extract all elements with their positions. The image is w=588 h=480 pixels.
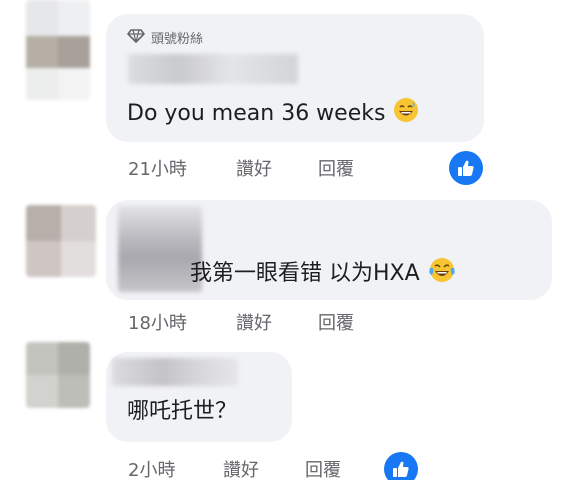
reply-button[interactable]: 回覆 [318,155,400,181]
diamond-icon [127,28,145,47]
grinning-sweat-emoji [393,97,419,131]
tears-of-joy-emoji [428,256,456,292]
comment-timestamp[interactable]: 18小時 [128,309,236,335]
like-button[interactable]: 讚好 [236,155,318,181]
comment-text: 哪吒托世？ [127,399,238,424]
top-fan-badge: 頭號粉絲 [127,28,203,47]
comment-actions: 21小時 讚好 回覆 [128,155,400,181]
like-icon[interactable] [449,151,483,185]
comment-text: Do you mean 36 weeks [127,97,419,131]
badge-label: 頭號粉絲 [151,32,204,47]
commenter-name[interactable] [128,54,298,84]
comment-text: 我第一眼看错 以为HXA [190,256,456,292]
reply-button[interactable]: 回覆 [305,456,387,480]
avatar[interactable] [26,342,90,408]
commenter-name[interactable] [112,358,238,386]
comment-actions: 18小時 讚好 回覆 [128,309,400,335]
comment-timestamp[interactable]: 2小時 [128,456,223,480]
avatar[interactable] [26,205,96,277]
comment-thread: 頭號粉絲 Do you mean 36 weeks 21小時 讚好 回覆 我第一… [0,0,588,480]
comment-timestamp[interactable]: 21小時 [128,155,236,181]
like-button[interactable]: 讚好 [236,309,318,335]
like-button[interactable]: 讚好 [223,456,305,480]
avatar[interactable] [26,0,90,100]
comment-actions: 2小時 讚好 回覆 [128,456,387,480]
like-icon[interactable] [384,452,418,480]
reply-button[interactable]: 回覆 [318,309,400,335]
